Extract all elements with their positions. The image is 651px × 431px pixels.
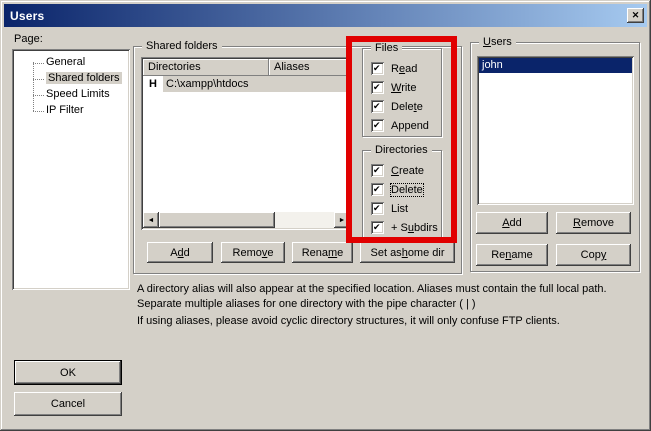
column-header-aliases[interactable]: Aliases: [269, 59, 350, 76]
cyclic-help-text: If using aliases, please avoid cyclic di…: [137, 314, 642, 329]
create-checkbox-row[interactable]: Create: [363, 161, 441, 180]
alias-help-text: A directory alias will also appear at th…: [137, 282, 642, 312]
close-icon: ✕: [632, 11, 640, 20]
remove-user-button[interactable]: Remove: [556, 212, 631, 234]
delete-dirs-checkbox[interactable]: [371, 183, 384, 196]
scroll-right-icon: ►: [339, 217, 346, 224]
rename-user-button[interactable]: Rename: [476, 244, 548, 266]
delete-dirs-checkbox-label: Delete: [391, 184, 423, 196]
scrollbar-thumb[interactable]: [159, 212, 275, 228]
page-item-ip-filter[interactable]: IP Filter: [12, 103, 130, 119]
page-item-label: Speed Limits: [46, 88, 110, 100]
files-permissions-group: Files Read Write Delete Append: [362, 48, 442, 137]
page-item-speed-limits[interactable]: Speed Limits: [12, 87, 130, 103]
ok-button[interactable]: OK: [14, 360, 122, 385]
listview-header: Directories Aliases: [143, 59, 350, 76]
read-checkbox-label: Read: [391, 63, 417, 75]
append-checkbox-label: Append: [391, 120, 429, 132]
directories-group-label: Directories: [371, 143, 432, 157]
list-checkbox[interactable]: [371, 202, 384, 215]
page-item-shared-folders[interactable]: Shared folders: [12, 71, 130, 87]
list-checkbox-label: List: [391, 203, 408, 215]
scrollbar-track[interactable]: [275, 212, 334, 228]
delete-dirs-checkbox-row[interactable]: Delete: [363, 180, 441, 199]
users-group-label: Users: [479, 35, 516, 49]
page-item-general[interactable]: General: [12, 55, 130, 71]
users-dialog: Users ✕ Page: General Shared folders Spe…: [0, 0, 651, 431]
create-checkbox-label: Create: [391, 165, 424, 177]
shared-folders-group-label: Shared folders: [142, 39, 222, 53]
scroll-left-icon: ◄: [148, 217, 155, 224]
list-checkbox-row[interactable]: List: [363, 199, 441, 218]
page-list: General Shared folders Speed Limits IP F…: [12, 49, 130, 290]
add-user-button[interactable]: Add: [476, 212, 548, 234]
create-checkbox[interactable]: [371, 164, 384, 177]
directories-listview: Directories Aliases H C:\xampp\htdocs ◄ …: [141, 57, 352, 230]
cancel-button[interactable]: Cancel: [14, 392, 122, 416]
horizontal-scrollbar[interactable]: ◄ ►: [143, 212, 350, 228]
write-checkbox[interactable]: [371, 81, 384, 94]
user-list-item[interactable]: john: [479, 58, 632, 73]
subdirs-checkbox-row[interactable]: + Subdirs: [363, 218, 441, 237]
directories-permissions-group: Directories Create Delete List + Subdirs: [362, 150, 442, 238]
read-checkbox[interactable]: [371, 62, 384, 75]
files-group-label: Files: [371, 41, 402, 55]
home-dir-marker: H: [143, 76, 163, 92]
append-checkbox[interactable]: [371, 119, 384, 132]
subdirs-checkbox[interactable]: [371, 221, 384, 234]
rename-directory-button[interactable]: Rename: [292, 242, 353, 263]
page-item-label: Shared folders: [46, 72, 122, 84]
set-as-home-dir-button[interactable]: Set as home dir: [360, 242, 455, 263]
delete-files-checkbox-row[interactable]: Delete: [363, 97, 441, 116]
page-label: Page:: [14, 33, 43, 45]
directory-path: C:\xampp\htdocs: [163, 76, 350, 92]
page-item-label: IP Filter: [46, 104, 84, 116]
close-button[interactable]: ✕: [627, 8, 644, 23]
subdirs-checkbox-label: + Subdirs: [391, 222, 438, 234]
delete-files-checkbox-label: Delete: [391, 101, 423, 113]
write-checkbox-row[interactable]: Write: [363, 78, 441, 97]
directory-row[interactable]: H C:\xampp\htdocs: [143, 76, 350, 92]
delete-files-checkbox[interactable]: [371, 100, 384, 113]
append-checkbox-row[interactable]: Append: [363, 116, 441, 135]
window-title: Users: [10, 9, 44, 23]
copy-user-button[interactable]: Copy: [556, 244, 631, 266]
read-checkbox-row[interactable]: Read: [363, 59, 441, 78]
title-bar: Users ✕: [4, 4, 647, 27]
write-checkbox-label: Write: [391, 82, 416, 94]
page-item-label: General: [46, 56, 85, 68]
column-header-directories[interactable]: Directories: [143, 59, 269, 76]
add-directory-button[interactable]: Add: [147, 242, 213, 263]
scroll-right-button[interactable]: ►: [334, 212, 350, 228]
remove-directory-button[interactable]: Remove: [221, 242, 285, 263]
users-list: john: [477, 56, 634, 205]
scroll-left-button[interactable]: ◄: [143, 212, 159, 228]
